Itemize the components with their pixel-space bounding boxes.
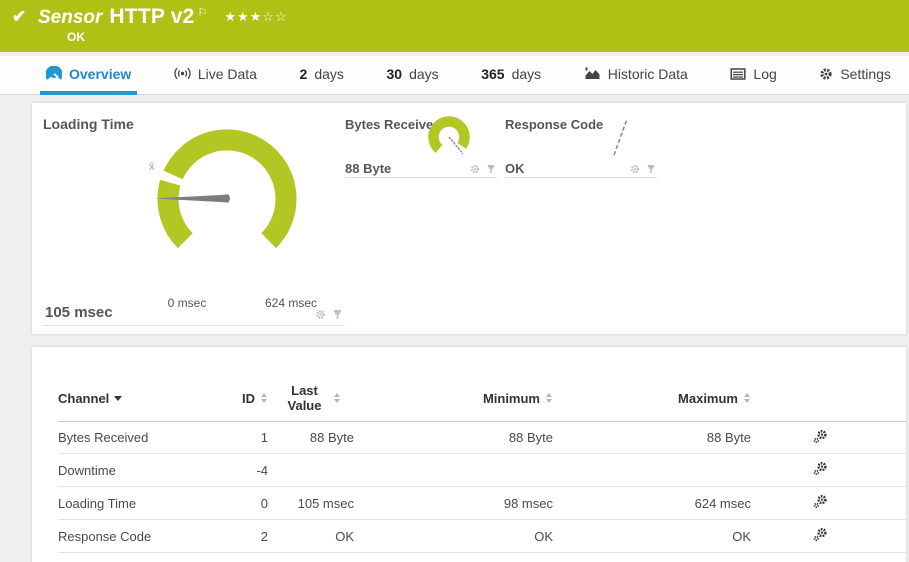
- sensor-status-badge: OK: [67, 30, 909, 44]
- column-header-minimum[interactable]: Minimum: [354, 391, 553, 406]
- loading-time-value: 105 msec: [45, 304, 113, 321]
- gauge-settings-icon[interactable]: [630, 164, 640, 174]
- tab-live-data[interactable]: Live Data: [168, 56, 263, 95]
- cell-last-value: 105 msec: [268, 496, 354, 511]
- gauges-panel: Loading Time x̄ 0 msec 624 msec 105 msec…: [32, 103, 906, 334]
- cell-last-value: OK: [268, 529, 354, 544]
- gauge-max-label: 624 msec: [254, 296, 328, 310]
- cell-maximum: 624 msec: [553, 496, 751, 511]
- column-label: Channel: [58, 391, 109, 406]
- cell-minimum: 98 msec: [354, 496, 553, 511]
- cell-last-value: 88 Byte: [268, 430, 354, 445]
- cell-channel[interactable]: Bytes Received: [58, 430, 228, 445]
- sort-icon: [743, 392, 751, 404]
- log-list-icon: [730, 67, 746, 81]
- cell-id: -4: [228, 463, 268, 478]
- edit-channel-icon[interactable]: [813, 527, 828, 542]
- table-row[interactable]: Downtime -4: [58, 454, 906, 487]
- edit-channel-icon[interactable]: [813, 429, 828, 444]
- column-label: Last Value: [282, 383, 328, 413]
- tab-label: Overview: [69, 66, 131, 82]
- cell-maximum: 88 Byte: [553, 430, 751, 445]
- cell-channel[interactable]: Response Code: [58, 529, 228, 544]
- sensor-type-label: Sensor: [38, 7, 102, 29]
- gauge-icon: [46, 66, 62, 82]
- section-divider: [345, 177, 497, 178]
- tab-number: 2: [300, 66, 308, 82]
- tab-label: Historic Data: [608, 66, 688, 82]
- gear-icon: [819, 67, 833, 81]
- channel-table-body: Bytes Received 1 88 Byte 88 Byte 88 Byte…: [58, 421, 906, 553]
- column-label: ID: [242, 391, 255, 406]
- table-row[interactable]: Response Code 2 OK OK OK: [58, 520, 906, 553]
- cell-minimum: OK: [354, 529, 553, 544]
- tab-bar: Overview Live Data 2 days 30 days 365 da…: [0, 56, 909, 95]
- cell-id: 0: [228, 496, 268, 511]
- response-code-value: OK: [505, 161, 525, 176]
- column-label: Minimum: [483, 391, 540, 406]
- tab-historic-data[interactable]: Historic Data: [578, 56, 694, 95]
- section-divider: [505, 177, 657, 178]
- tab-label: days: [314, 66, 344, 82]
- table-row[interactable]: Loading Time 0 105 msec 98 msec 624 msec: [58, 487, 906, 520]
- tab-log[interactable]: Log: [724, 56, 782, 95]
- section-divider: [42, 325, 345, 326]
- gauge-needle: [614, 119, 627, 155]
- bytes-received-value: 88 Byte: [345, 161, 391, 176]
- pin-icon[interactable]: [646, 164, 656, 174]
- tab-2-days[interactable]: 2 days: [294, 56, 350, 95]
- cell-channel[interactable]: Loading Time: [58, 496, 228, 511]
- column-header-id[interactable]: ID: [228, 391, 268, 406]
- priority-stars[interactable]: ★★★☆☆: [224, 9, 287, 25]
- loading-time-gauge: [122, 117, 332, 277]
- tab-settings[interactable]: Settings: [813, 56, 897, 95]
- sensor-name: HTTP v2: [109, 5, 194, 29]
- tab-label: Live Data: [198, 66, 257, 82]
- column-label: Maximum: [678, 391, 738, 406]
- live-icon: [174, 66, 191, 81]
- table-row[interactable]: Bytes Received 1 88 Byte 88 Byte 88 Byte: [58, 421, 906, 454]
- column-header-last-value[interactable]: Last Value: [268, 383, 354, 413]
- average-marker: x̄: [149, 161, 155, 173]
- sort-icon: [260, 392, 268, 404]
- cell-id: 2: [228, 529, 268, 544]
- tab-label: days: [409, 66, 439, 82]
- tab-label: days: [512, 66, 542, 82]
- tab-number: 365: [481, 66, 504, 82]
- loading-time-title: Loading Time: [43, 116, 134, 132]
- gauge-settings-icon[interactable]: [315, 309, 326, 320]
- tab-label: Log: [753, 66, 776, 82]
- area-chart-icon: [584, 66, 601, 81]
- pin-icon[interactable]: [332, 309, 343, 320]
- tab-overview[interactable]: Overview: [40, 56, 137, 95]
- gauge-min-label: 0 msec: [150, 296, 224, 310]
- channel-table-panel: Channel ID Last Value Minimum Maximum: [32, 347, 906, 562]
- bytes-received-gauge: [423, 109, 477, 165]
- edit-channel-icon[interactable]: [813, 494, 828, 509]
- status-check-icon: ✔: [12, 7, 26, 27]
- column-header-channel[interactable]: Channel: [58, 391, 228, 406]
- tab-365-days[interactable]: 365 days: [475, 56, 547, 95]
- cell-id: 1: [228, 430, 268, 445]
- sort-caret-icon: [114, 396, 122, 401]
- response-code-title: Response Code: [505, 117, 603, 132]
- tab-number: 30: [386, 66, 402, 82]
- edit-channel-icon[interactable]: [813, 461, 828, 476]
- cell-minimum: 88 Byte: [354, 430, 553, 445]
- cell-channel[interactable]: Downtime: [58, 463, 228, 478]
- gauge-settings-icon[interactable]: [470, 164, 480, 174]
- table-header-row: Channel ID Last Value Minimum Maximum: [58, 383, 906, 421]
- cell-maximum: OK: [553, 529, 751, 544]
- tab-label: Settings: [840, 66, 891, 82]
- sort-icon: [333, 392, 341, 404]
- priority-flag-icon[interactable]: ⚐: [197, 6, 207, 19]
- sort-icon: [545, 392, 553, 404]
- tab-30-days[interactable]: 30 days: [380, 56, 444, 95]
- response-code-gauge: [600, 111, 634, 161]
- sensor-header: ✔ Sensor HTTP v2 ⚐ ★★★☆☆ OK: [0, 0, 909, 52]
- pin-icon[interactable]: [486, 164, 496, 174]
- column-header-maximum[interactable]: Maximum: [553, 391, 751, 406]
